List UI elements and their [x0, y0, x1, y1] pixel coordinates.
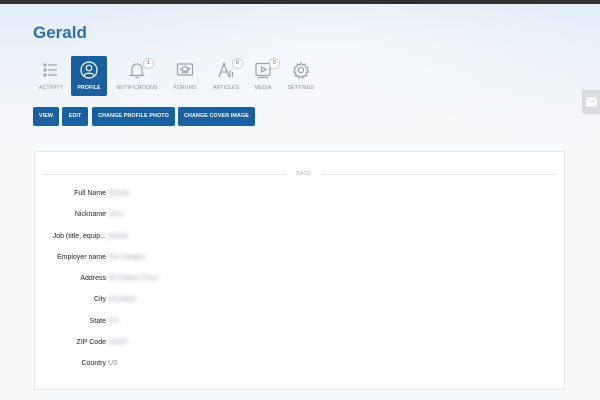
gear-icon	[292, 61, 310, 79]
edit-button[interactable]: EDIT	[62, 107, 88, 126]
tab-settings[interactable]: SETTINGS	[283, 56, 319, 96]
field-value: Fire Badges	[108, 254, 146, 261]
field-row-country: Country US	[35, 360, 566, 372]
field-row-full-name: Full Name Gerald	[35, 190, 566, 202]
field-value: Gerald	[108, 190, 130, 197]
field-value: Westlake	[108, 296, 137, 303]
section-title: BASE	[296, 171, 312, 177]
tab-profile[interactable]: PROFILE	[71, 56, 107, 96]
section-header: BASE	[43, 171, 556, 177]
field-value: Jerry	[108, 211, 124, 218]
field-value: 00000	[108, 339, 128, 346]
field-row-state: State OH	[35, 318, 566, 330]
field-row-address: Address 58 Golden Drive	[35, 275, 566, 287]
field-value: OH	[108, 318, 119, 325]
field-label: City	[93, 296, 106, 303]
media-count-badge: 0	[269, 58, 280, 69]
profile-details-card: BASE Full Name Gerald Nickname Jerry Job…	[34, 151, 565, 390]
change-cover-image-button[interactable]: CHANGE COVER IMAGE	[178, 107, 255, 126]
user-icon	[80, 61, 98, 79]
change-profile-photo-button[interactable]: CHANGE PROFILE PHOTO	[92, 107, 175, 126]
field-row-zip-code: ZIP Code 00000	[35, 339, 566, 351]
tab-label: SETTINGS	[287, 85, 315, 91]
articles-count-badge: 0	[232, 58, 243, 69]
field-value: US	[108, 360, 118, 367]
field-row-employer: Employer name Fire Badges	[35, 254, 566, 266]
field-row-job: Job (title, equip... Owner	[35, 233, 566, 245]
tab-notifications[interactable]: 1 NOTIFICATIONS	[117, 56, 157, 96]
field-row-city: City Westlake	[35, 296, 566, 308]
divider	[43, 174, 287, 175]
field-label: Full Name	[74, 190, 106, 197]
view-button[interactable]: VIEW	[33, 107, 59, 126]
contact-side-tab[interactable]	[582, 90, 600, 114]
field-label: Country	[81, 360, 106, 367]
field-label: Job (title, equip...	[52, 233, 106, 240]
forum-icon	[176, 61, 194, 79]
field-value: Owner	[108, 233, 129, 240]
field-label: Employer name	[56, 254, 106, 261]
field-value: 58 Golden Drive	[108, 275, 159, 282]
divider	[321, 174, 556, 175]
field-label: State	[89, 318, 106, 325]
notification-count-badge: 1	[143, 58, 154, 69]
activity-list-icon	[42, 61, 60, 79]
mail-icon	[586, 97, 597, 107]
field-label: Nickname	[74, 211, 106, 218]
page-title: Gerald	[33, 23, 87, 42]
field-label: ZIP Code	[76, 339, 106, 346]
field-label: Address	[80, 275, 106, 282]
field-row-nickname: Nickname Jerry	[35, 211, 566, 223]
